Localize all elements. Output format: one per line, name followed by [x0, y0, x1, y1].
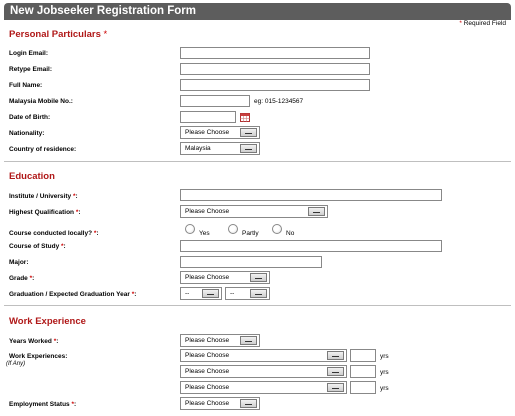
experience-select-2[interactable]: Please Choose — [180, 365, 347, 378]
graduation-label: Graduation / Expected Graduation Year *: — [9, 291, 137, 298]
radio-yes[interactable] — [185, 224, 195, 234]
qualification-select[interactable]: Please Choose — [180, 205, 328, 218]
dob-input[interactable] — [180, 111, 236, 123]
required-field-note: * Required Field — [459, 20, 506, 27]
course-input[interactable] — [180, 240, 442, 252]
graduation-year-select[interactable]: -- — [225, 287, 270, 300]
retype-email-input[interactable] — [180, 63, 370, 75]
institute-input[interactable] — [180, 189, 442, 201]
personal-particulars-heading: Personal Particulars * — [9, 29, 108, 40]
retype-email-label: Retype Email: — [9, 66, 52, 73]
full-name-label: Full Name: — [9, 82, 43, 89]
mobile-example: eg: 015-1234567 — [254, 98, 304, 105]
dropdown-button[interactable] — [240, 144, 257, 153]
major-input[interactable] — [180, 256, 322, 268]
dropdown-button[interactable] — [327, 351, 344, 360]
years-worked-select[interactable]: Please Choose — [180, 334, 260, 347]
mobile-input[interactable] — [180, 95, 250, 107]
dropdown-button[interactable] — [327, 383, 344, 392]
nationality-label: Nationality: — [9, 130, 45, 137]
nationality-select[interactable]: Please Choose — [180, 126, 260, 139]
country-select[interactable]: Malaysia — [180, 142, 260, 155]
experience-years-input-2[interactable] — [350, 365, 376, 378]
radio-yes-label: Yes — [199, 230, 210, 237]
dob-label: Date of Birth: — [9, 114, 51, 121]
years-unit: yrs — [380, 369, 389, 376]
radio-partly-label: Partly — [242, 230, 259, 237]
dropdown-button[interactable] — [240, 399, 257, 408]
dropdown-button[interactable] — [250, 289, 267, 298]
local-course-label: Course conducted locally? *: — [9, 230, 99, 237]
dropdown-button[interactable] — [327, 367, 344, 376]
years-unit: yrs — [380, 353, 389, 360]
work-experiences-note: (If Any) — [6, 361, 26, 367]
employment-status-select[interactable]: Please Choose — [180, 397, 260, 410]
radio-partly[interactable] — [228, 224, 238, 234]
section-divider — [4, 161, 511, 162]
dropdown-button[interactable] — [250, 273, 267, 282]
country-label: Country of residence: — [9, 146, 77, 153]
work-experience-heading: Work Experience — [9, 316, 86, 327]
grade-label: Grade *: — [9, 275, 35, 282]
years-worked-label: Years Worked *: — [9, 338, 59, 345]
full-name-input[interactable] — [180, 79, 370, 91]
calendar-icon[interactable] — [240, 112, 250, 122]
employment-status-label: Employment Status *: — [9, 401, 77, 408]
login-email-input[interactable] — [180, 47, 370, 59]
grade-select[interactable]: Please Choose — [180, 271, 270, 284]
radio-no[interactable] — [272, 224, 282, 234]
graduation-month-select[interactable]: -- — [180, 287, 222, 300]
years-unit: yrs — [380, 385, 389, 392]
experience-select-1[interactable]: Please Choose — [180, 349, 347, 362]
qualification-label: Highest Qualification *: — [9, 209, 81, 216]
dropdown-button[interactable] — [240, 128, 257, 137]
form-title: New Jobseeker Registration Form — [4, 3, 511, 20]
experience-select-3[interactable]: Please Choose — [180, 381, 347, 394]
mobile-label: Malaysia Mobile No.: — [9, 98, 73, 105]
section-divider — [4, 305, 511, 306]
radio-no-label: No — [286, 230, 295, 237]
course-label: Course of Study *: — [9, 243, 66, 250]
dropdown-button[interactable] — [308, 207, 325, 216]
major-label: Major: — [9, 259, 29, 266]
login-email-label: Login Email: — [9, 50, 48, 57]
experience-years-input-3[interactable] — [350, 381, 376, 394]
experience-years-input-1[interactable] — [350, 349, 376, 362]
institute-label: Institute / University *: — [9, 193, 78, 200]
education-heading: Education — [9, 171, 55, 182]
dropdown-button[interactable] — [202, 289, 219, 298]
dropdown-button[interactable] — [240, 336, 257, 345]
